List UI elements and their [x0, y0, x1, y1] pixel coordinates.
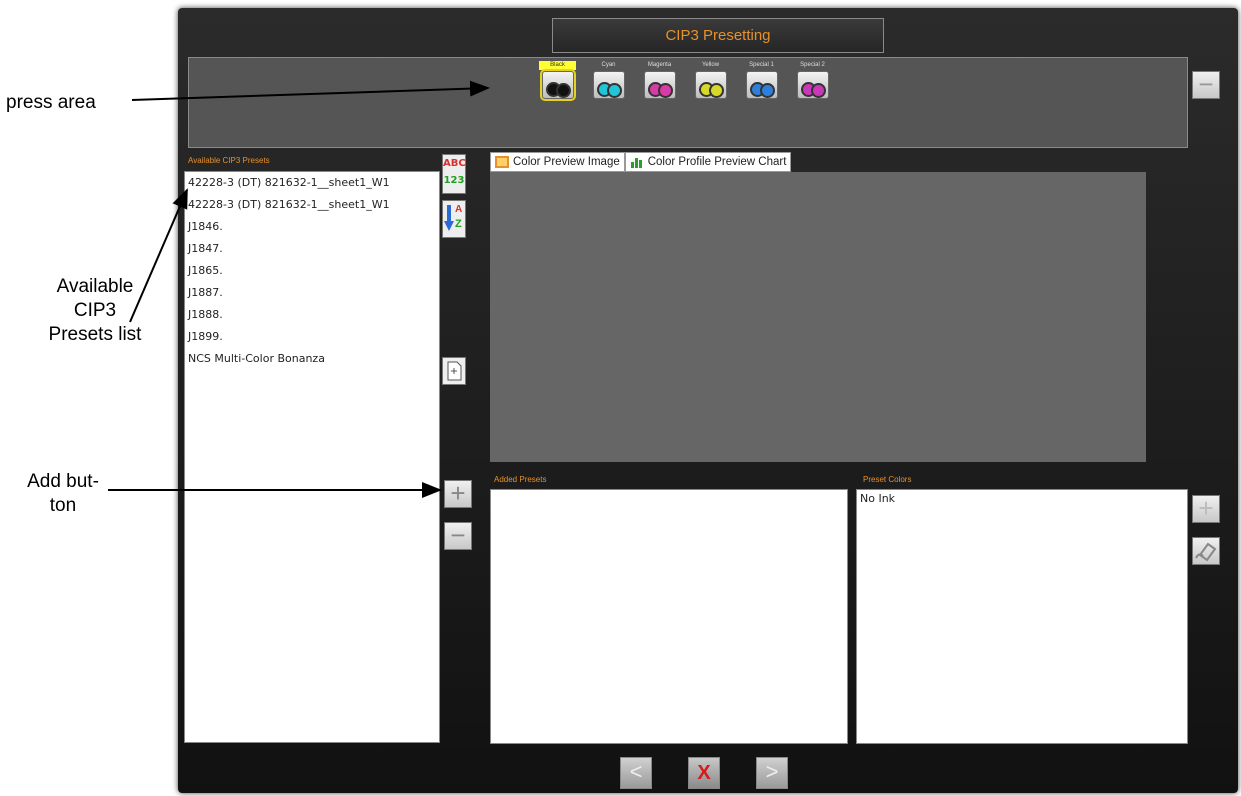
list-item[interactable]: 42228-3 (DT) 821632-1__sheet1_W1 [185, 194, 439, 216]
close-icon: X [697, 762, 711, 784]
ink-unit-icon [539, 69, 576, 101]
list-item[interactable]: J1846. [185, 216, 439, 238]
list-item[interactable]: No Ink [857, 490, 1187, 508]
tab-color-profile-preview-chart[interactable]: Color Profile Preview Chart [624, 152, 792, 172]
press-area: Black Cyan Magenta Yellow Special 1 Spec… [188, 57, 1188, 148]
annotation-press-area: press area [6, 92, 96, 113]
added-presets-list[interactable] [490, 489, 848, 744]
cancel-button[interactable]: X [688, 757, 720, 789]
next-button[interactable]: > [756, 757, 788, 789]
list-item[interactable]: NCS Multi-Color Bonanza [185, 348, 439, 370]
add-button[interactable]: + [444, 480, 472, 508]
remove-button[interactable]: − [444, 522, 472, 550]
window-title: CIP3 Presetting [552, 18, 884, 53]
available-presets-list[interactable]: 42228-3 (DT) 821632-1__sheet1_W1 42228-3… [184, 171, 440, 743]
list-item[interactable]: J1865. [185, 260, 439, 282]
color-preview-area [490, 172, 1146, 462]
erase-color-button[interactable] [1192, 537, 1220, 565]
tab-color-preview-image[interactable]: Color Preview Image [490, 152, 625, 172]
add-color-button[interactable]: + [1192, 495, 1220, 523]
ink-unit-icon [796, 71, 829, 99]
sort-alphanumeric-button[interactable]: ABC 123 [442, 154, 466, 194]
annotation-available-list: Available CIP3 Presets list [48, 276, 142, 345]
ink-unit-icon [643, 71, 676, 99]
sort-az-button[interactable]: A Z [442, 200, 466, 238]
ink-unit-icon [694, 71, 727, 99]
ink-unit-icon [745, 71, 778, 99]
list-item[interactable]: J1888. [185, 304, 439, 326]
ink-unit-icon [592, 71, 625, 99]
image-icon [495, 156, 509, 168]
preset-colors-list[interactable]: No Ink [856, 489, 1188, 744]
unit-special-1[interactable]: Special 1 [743, 61, 780, 101]
previous-button[interactable]: < [620, 757, 652, 789]
available-presets-header: Available CIP3 Presets [188, 156, 270, 165]
unit-black[interactable]: Black [539, 61, 576, 101]
cip3-presetting-window: CIP3 Presetting Black Cyan Magenta Yello… [178, 8, 1238, 793]
chart-icon [630, 158, 642, 168]
list-item[interactable]: J1887. [185, 282, 439, 304]
list-item[interactable]: J1847. [185, 238, 439, 260]
eraser-icon [1195, 542, 1217, 562]
added-presets-header: Added Presets [494, 475, 547, 484]
unit-yellow[interactable]: Yellow [692, 61, 729, 101]
remove-unit-button[interactable]: − [1192, 71, 1220, 99]
preview-tabs: Color Preview Image Color Profile Previe… [490, 152, 792, 172]
unit-cyan[interactable]: Cyan [590, 61, 627, 101]
list-item[interactable]: 42228-3 (DT) 821632-1__sheet1_W1 [185, 172, 439, 194]
document-icon [447, 361, 462, 381]
annotation-add-button: Add but- ton [27, 471, 99, 516]
import-preset-button[interactable] [442, 357, 466, 385]
preset-colors-header: Preset Colors [863, 475, 912, 484]
unit-magenta[interactable]: Magenta [641, 61, 678, 101]
unit-special-2[interactable]: Special 2 [794, 61, 831, 101]
list-item[interactable]: J1899. [185, 326, 439, 348]
